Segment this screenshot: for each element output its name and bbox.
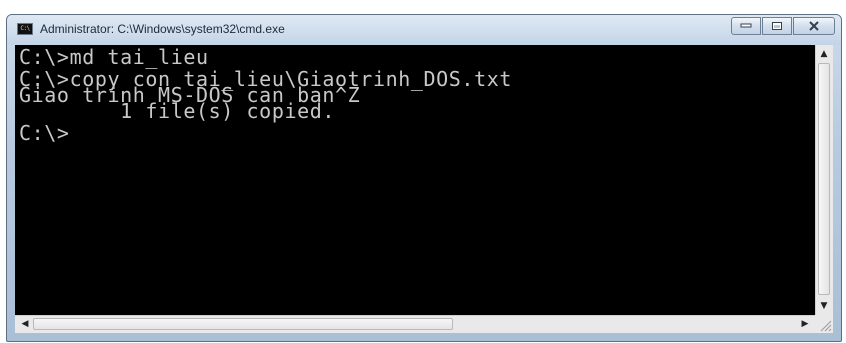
- scroll-left-arrow-icon[interactable]: ◀: [17, 316, 33, 332]
- console-line: 1 file(s) copied.: [19, 99, 336, 123]
- maximize-button[interactable]: [762, 17, 792, 35]
- console-output[interactable]: C:\>md tai_lieu C:\>copy con tai_lieu\Gia…: [15, 45, 833, 333]
- minimize-icon: [740, 23, 752, 28]
- window-title: Administrator: C:\Windows\system32\cmd.e…: [40, 22, 285, 36]
- vertical-scrollbar[interactable]: ▲ ▼: [815, 45, 833, 315]
- console-line: C:\>md tai_lieu: [19, 45, 209, 69]
- scroll-down-arrow-icon[interactable]: ▼: [816, 298, 832, 314]
- close-icon: [809, 21, 819, 31]
- resize-grip-icon[interactable]: [815, 315, 833, 333]
- caption-buttons: [731, 17, 835, 35]
- page-top-strip: [0, 0, 846, 14]
- close-button[interactable]: [793, 17, 835, 35]
- console-text: C:\>md tai_lieu C:\>copy con tai_lieu\Gia…: [19, 45, 807, 145]
- scroll-up-arrow-icon[interactable]: ▲: [816, 46, 832, 62]
- vertical-scroll-thumb[interactable]: [818, 63, 830, 295]
- cmd-window[interactable]: C:\ Administrator: C:\Windows\system32\c…: [6, 14, 842, 342]
- maximize-icon: [772, 22, 782, 30]
- title-bar[interactable]: C:\ Administrator: C:\Windows\system32\c…: [7, 15, 841, 45]
- cmd-icon-text: C:\: [20, 25, 30, 32]
- cmd-icon[interactable]: C:\: [17, 23, 33, 35]
- console-line: C:\>: [19, 121, 70, 145]
- horizontal-scrollbar[interactable]: ◀ ▶: [15, 315, 815, 333]
- scroll-right-arrow-icon[interactable]: ▶: [797, 316, 813, 332]
- horizontal-scroll-thumb[interactable]: [33, 318, 453, 330]
- minimize-button[interactable]: [731, 17, 761, 35]
